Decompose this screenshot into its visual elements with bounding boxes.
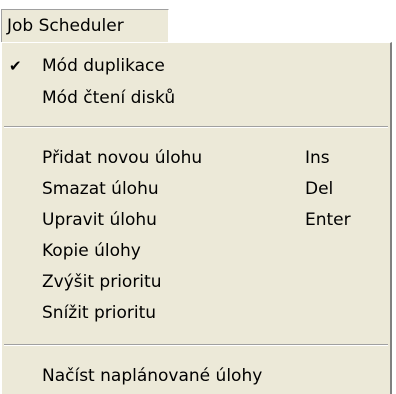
menu-item-label: Přidat novou úlohu [42, 148, 203, 168]
menu-item-add-job[interactable]: Přidat novou úlohu Ins [2, 143, 390, 173]
menu-item-shortcut: Enter [305, 210, 351, 230]
menu-item-label: Mód čtení disků [42, 88, 176, 108]
menu-separator [4, 126, 388, 128]
menu-item-shortcut: Del [305, 179, 334, 199]
menu-item-label: Zvýšit prioritu [42, 272, 162, 292]
menu-item-label: Snížit prioritu [42, 303, 157, 323]
menu-item-label: Mód duplikace [42, 56, 165, 76]
menu-item-copy-job[interactable]: Kopie úlohy [2, 236, 390, 266]
menu-item-shortcut: Ins [305, 148, 330, 168]
menu-bar: Job Scheduler [0, 0, 396, 44]
menu-job-scheduler[interactable]: Job Scheduler [1, 9, 169, 43]
menu-item-load-scheduled-jobs[interactable]: Načíst naplánované úlohy [2, 361, 390, 391]
menu-item-disk-read-mode[interactable]: Mód čtení disků [2, 83, 390, 113]
menu-item-duplication-mode[interactable]: ✔ Mód duplikace [2, 51, 390, 81]
menu-item-label: Upravit úlohu [42, 210, 157, 230]
checkmark-icon: ✔ [9, 57, 22, 75]
menu-item-lower-priority[interactable]: Snížit prioritu [2, 298, 390, 328]
menu-item-raise-priority[interactable]: Zvýšit prioritu [2, 267, 390, 297]
menu-item-edit-job[interactable]: Upravit úlohu Enter [2, 205, 390, 235]
menu-item-label: Kopie úlohy [42, 241, 141, 261]
dropdown-menu: ✔ Mód duplikace Mód čtení disků Přidat n… [1, 42, 392, 394]
menu-item-label: Načíst naplánované úlohy [42, 366, 263, 386]
menu-item-label: Smazat úlohu [42, 179, 159, 199]
menu-item-delete-job[interactable]: Smazat úlohu Del [2, 174, 390, 204]
menu-separator [4, 344, 388, 346]
